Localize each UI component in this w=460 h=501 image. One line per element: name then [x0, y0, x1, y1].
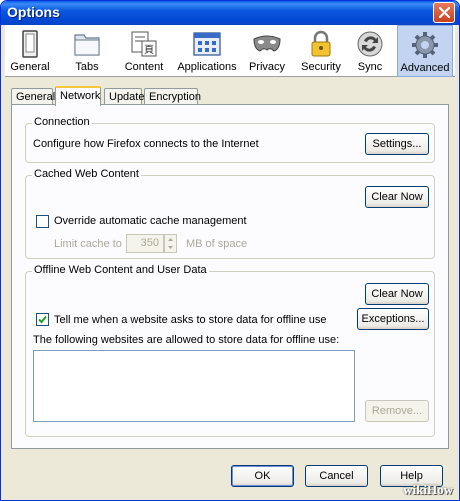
sync-icon — [357, 31, 383, 57]
content-icon: 頁 — [131, 31, 157, 57]
tab-encryption[interactable]: Encryption — [144, 88, 201, 105]
tab-general[interactable]: General — [11, 88, 55, 105]
override-cache-label: Override automatic cache management — [54, 215, 247, 227]
toolbar-content-label: Content — [124, 61, 164, 73]
ok-button[interactable]: OK — [231, 465, 294, 487]
connection-group: Connection Configure how Firefox connect… — [25, 116, 435, 163]
toolbar-content[interactable]: 頁 Content — [119, 25, 169, 77]
security-icon — [311, 30, 331, 57]
toolbar-security[interactable]: Security — [297, 25, 345, 77]
override-cache-checkbox[interactable] — [36, 215, 49, 228]
toolbar-sync[interactable]: Sync — [349, 25, 391, 77]
remove-button[interactable]: Remove... — [365, 400, 429, 422]
network-panel: Connection Configure how Firefox connect… — [11, 104, 449, 449]
toolbar-privacy-label: Privacy — [248, 61, 286, 73]
toolbar-general-label: General — [10, 61, 50, 73]
tell-me-label: Tell me when a website asks to store dat… — [54, 314, 327, 326]
toolbar-tabs[interactable]: Tabs — [65, 25, 109, 77]
svg-text:頁: 頁 — [144, 44, 154, 56]
connection-title: Connection — [32, 116, 92, 128]
offline-sites-list[interactable] — [33, 350, 355, 422]
toolbar-general[interactable]: General — [7, 25, 53, 77]
toolbar-tabs-label: Tabs — [75, 61, 99, 73]
clear-cache-button[interactable]: Clear Now — [365, 186, 429, 208]
cancel-button[interactable]: Cancel — [305, 465, 368, 487]
close-icon — [438, 6, 451, 19]
tabs-icon — [74, 34, 100, 56]
cache-size-input[interactable]: 350 — [126, 234, 164, 253]
options-toolbar: General Tabs 頁 Content Applications Priv… — [5, 25, 455, 77]
toolbar-privacy[interactable]: Privacy — [245, 25, 289, 77]
checkmark-icon — [38, 315, 47, 324]
offline-title: Offline Web Content and User Data — [32, 264, 209, 276]
close-button[interactable] — [433, 2, 455, 23]
spinner-arrows-icon — [168, 238, 173, 249]
exceptions-button[interactable]: Exceptions... — [357, 308, 429, 330]
wikihow-watermark: wikiHow — [403, 482, 453, 497]
toolbar-sync-label: Sync — [357, 61, 383, 73]
advanced-icon — [412, 32, 438, 58]
window-title: Options — [7, 4, 60, 20]
clear-offline-button[interactable]: Clear Now — [365, 283, 429, 305]
toolbar-advanced[interactable]: Advanced — [397, 25, 453, 77]
cache-unit-label: MB of space — [186, 238, 248, 250]
offline-group: Offline Web Content and User Data Clear … — [25, 264, 435, 437]
connection-description: Configure how Firefox connects to the In… — [33, 138, 259, 150]
privacy-icon — [253, 35, 281, 52]
toolbar-advanced-label: Advanced — [400, 62, 450, 74]
applications-icon — [193, 32, 221, 56]
limit-cache-label: Limit cache to — [54, 238, 122, 250]
settings-button[interactable]: Settings... — [365, 133, 429, 155]
tell-me-checkbox[interactable] — [36, 313, 49, 326]
toolbar-security-label: Security — [301, 61, 341, 73]
options-window: Options General Tabs 頁 Content Applicati… — [0, 0, 460, 501]
tab-network[interactable]: Network — [55, 86, 101, 106]
cache-title: Cached Web Content — [32, 168, 141, 180]
cache-size-spinner[interactable] — [164, 234, 177, 253]
general-icon — [22, 30, 38, 58]
allowed-sites-label: The following websites are allowed to st… — [33, 334, 340, 346]
cache-group: Cached Web Content Clear Now Override au… — [25, 168, 435, 259]
tab-update[interactable]: Update — [104, 88, 144, 105]
toolbar-applications-label: Applications — [177, 61, 237, 73]
title-bar[interactable]: Options — [1, 1, 459, 25]
toolbar-applications[interactable]: Applications — [175, 25, 239, 77]
